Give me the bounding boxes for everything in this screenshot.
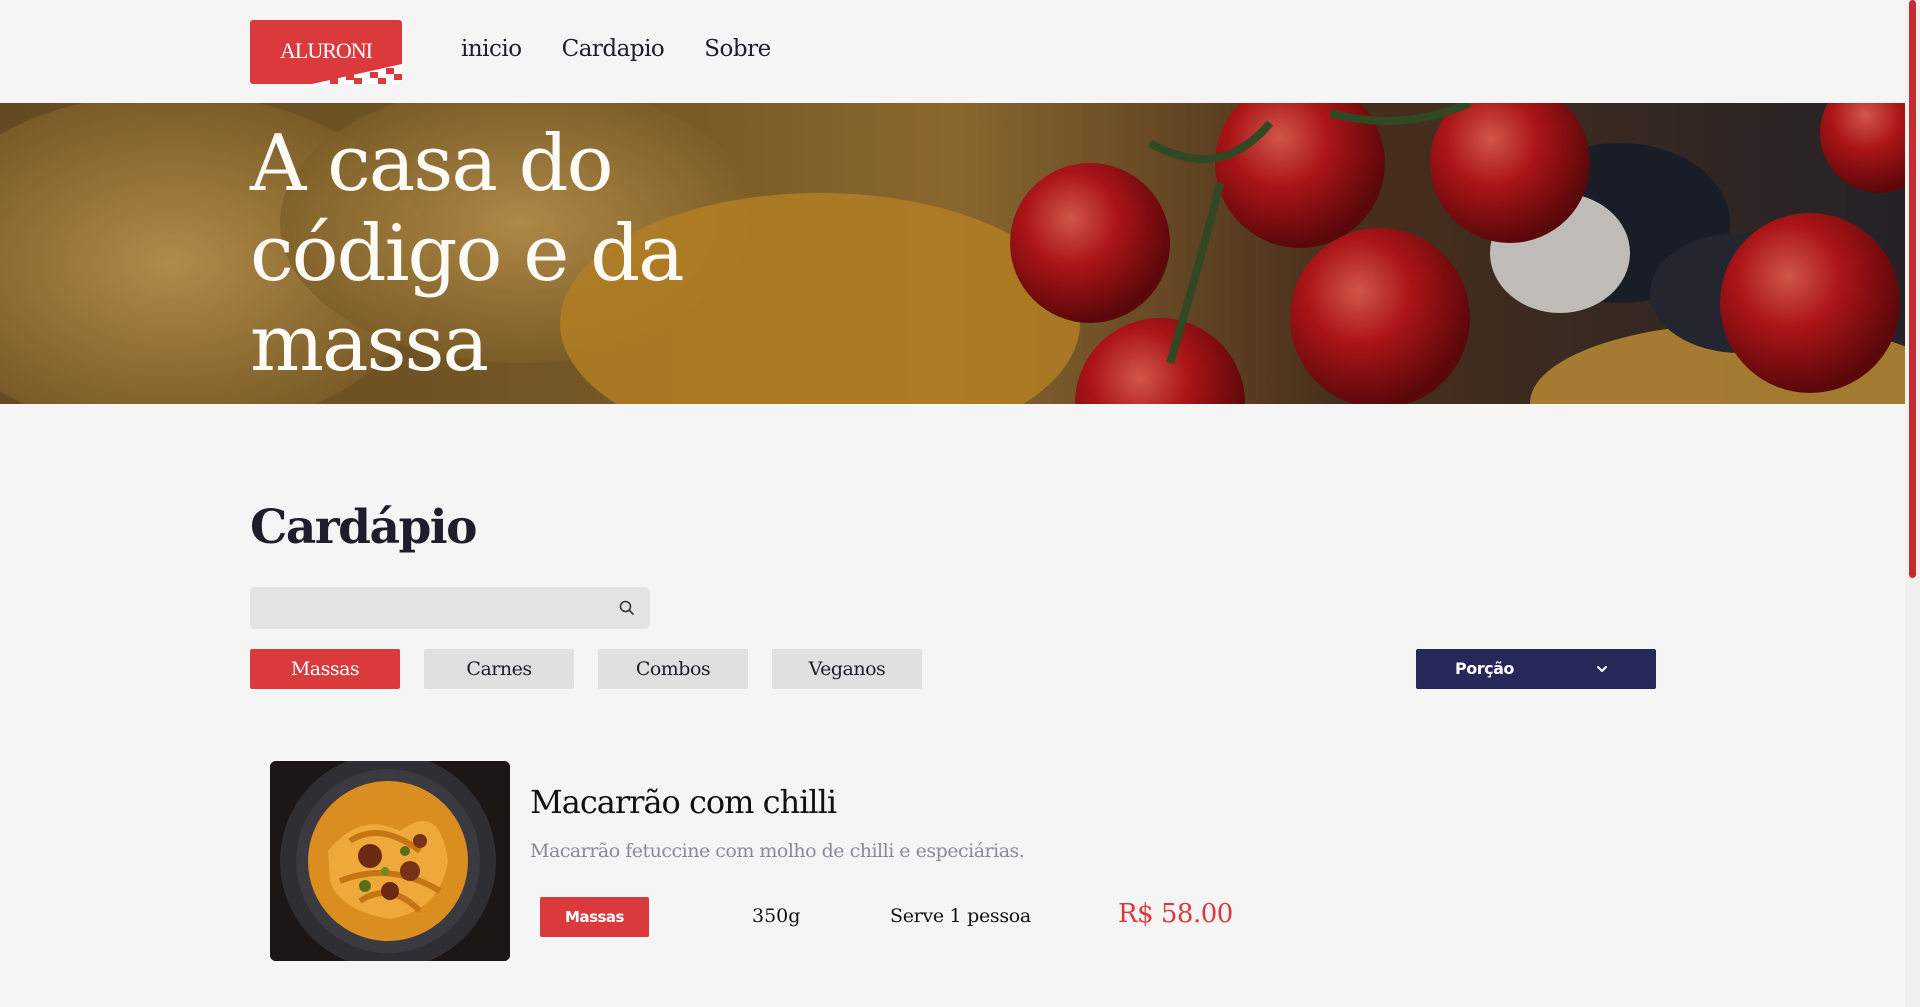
dish-price: R$ 58.00 (1118, 899, 1233, 929)
page: ALURONI inicio Cardapio Sobre A casa do … (0, 0, 1905, 1007)
logo[interactable]: ALURONI (250, 20, 402, 84)
checker-pattern-icon (312, 64, 402, 84)
hero-banner: A casa do código e da massa (0, 103, 1905, 404)
nav-link-inicio[interactable]: inicio (461, 36, 522, 62)
category-tabs: Massas Carnes Combos Veganos (250, 649, 922, 689)
scrollbar-thumb[interactable] (1909, 0, 1916, 578)
search-bar (250, 587, 650, 629)
tab-veganos[interactable]: Veganos (772, 649, 922, 689)
pasta-dish-image (270, 761, 510, 961)
nav-link-cardapio[interactable]: Cardapio (562, 36, 665, 62)
sort-select[interactable]: Porção (1416, 649, 1656, 689)
tab-combos[interactable]: Combos (598, 649, 748, 689)
header: ALURONI inicio Cardapio Sobre (0, 0, 1905, 103)
dish-name: Macarrão com chilli (530, 783, 837, 821)
search-input[interactable] (250, 587, 610, 629)
dish-description: Macarrão fetuccine com molho de chilli e… (530, 840, 1025, 862)
menu-item[interactable]: Macarrão com chilli Macarrão fetuccine c… (270, 761, 1270, 961)
nav-link-sobre[interactable]: Sobre (704, 36, 771, 62)
dish-category-badge: Massas (540, 897, 649, 937)
main-nav: inicio Cardapio Sobre (461, 36, 771, 62)
search-icon[interactable] (618, 599, 636, 617)
tab-massas[interactable]: Massas (250, 649, 400, 689)
tab-carnes[interactable]: Carnes (424, 649, 574, 689)
chevron-down-icon (1597, 666, 1607, 672)
dish-photo (270, 761, 510, 961)
dish-weight: 350g (752, 905, 801, 927)
page-scrollbar[interactable] (1905, 0, 1920, 1007)
sort-select-label: Porção (1455, 659, 1514, 678)
menu-title: Cardápio (250, 500, 478, 555)
logo-text: ALURONI (280, 38, 373, 63)
dish-serves: Serve 1 pessoa (890, 905, 1031, 927)
hero-title: A casa do código e da massa (250, 119, 685, 389)
